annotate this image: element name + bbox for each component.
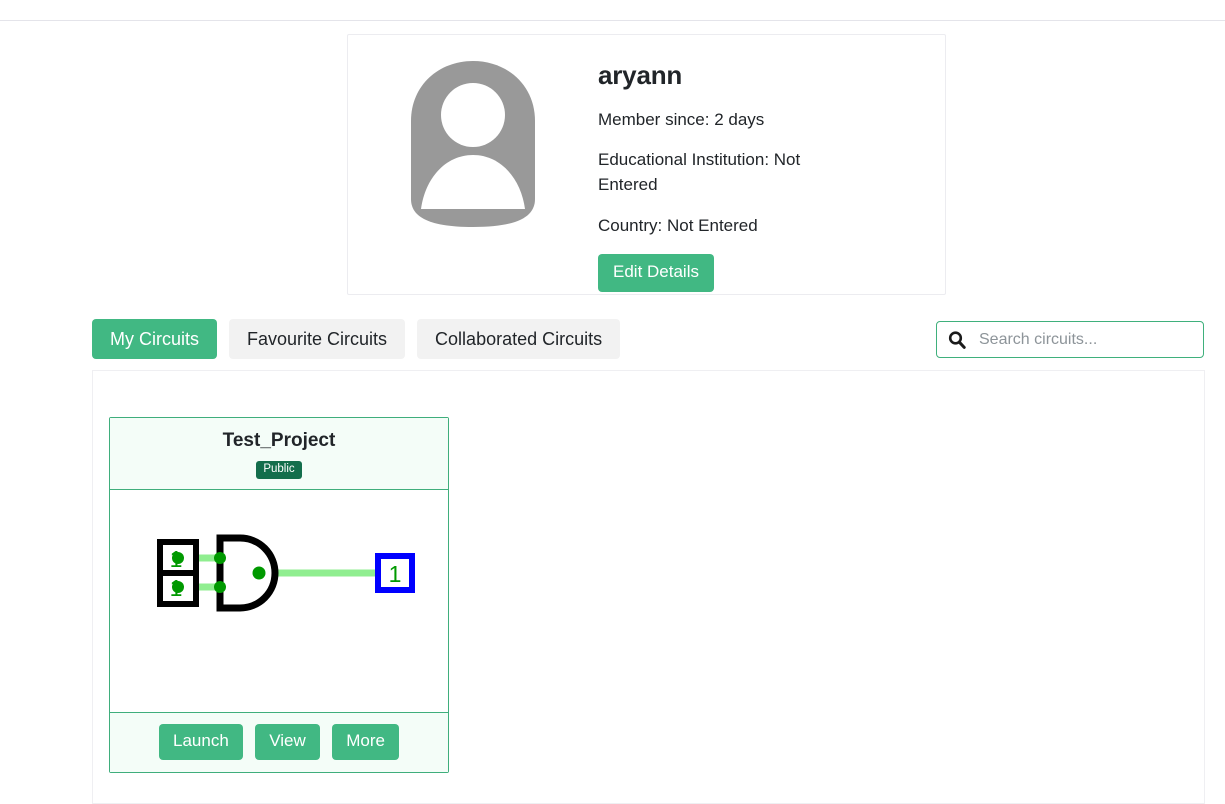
country-text: Country: Not Entered <box>598 215 758 235</box>
node-input-a-out <box>172 552 184 565</box>
launch-button[interactable]: Launch <box>159 724 243 760</box>
user-avatar-icon <box>411 61 535 227</box>
circuit-card-actions: Launch View More <box>110 713 448 772</box>
search-box[interactable] <box>936 321 1204 358</box>
circuit-card[interactable]: Test_Project Public 1 1 <box>109 417 449 773</box>
profile-info: aryann Member since: 2 days Educational … <box>598 35 945 292</box>
profile-username: aryann <box>598 60 683 90</box>
output-value: 1 <box>389 561 402 587</box>
circuit-preview-area[interactable]: 1 1 1 <box>110 490 448 714</box>
avatar <box>348 35 598 229</box>
more-button[interactable]: More <box>332 724 399 760</box>
output-element: 1 <box>375 553 415 594</box>
view-button[interactable]: View <box>255 724 320 760</box>
circuit-title: Test_Project <box>222 430 336 451</box>
circuit-card-header: Test_Project Public <box>110 418 448 491</box>
node-input-b-out <box>172 581 184 594</box>
node-gate-out <box>252 566 266 580</box>
profile-card: aryann Member since: 2 days Educational … <box>347 34 946 295</box>
circuits-list-container: Test_Project Public 1 1 <box>92 370 1205 804</box>
tab-collaborated-circuits[interactable]: Collaborated Circuits <box>417 319 621 359</box>
visibility-badge: Public <box>256 460 302 480</box>
educational-institution-text: Educational Institution: Not Entered <box>598 150 801 194</box>
tab-favourite-circuits[interactable]: Favourite Circuits <box>229 319 406 359</box>
node-gate-in-b <box>214 581 226 594</box>
node-gate-in-a <box>214 552 226 565</box>
circuit-preview-svg: 1 1 1 <box>157 534 415 612</box>
member-since-text: Member since: 2 days <box>598 109 765 129</box>
search-icon <box>948 330 966 349</box>
input-element: 1 1 <box>157 539 199 608</box>
tab-my-circuits[interactable]: My Circuits <box>92 319 217 359</box>
navbar-strip <box>0 0 1225 21</box>
and-gate <box>216 534 279 612</box>
edit-details-button[interactable]: Edit Details <box>598 254 714 292</box>
search-input[interactable] <box>977 329 1193 350</box>
